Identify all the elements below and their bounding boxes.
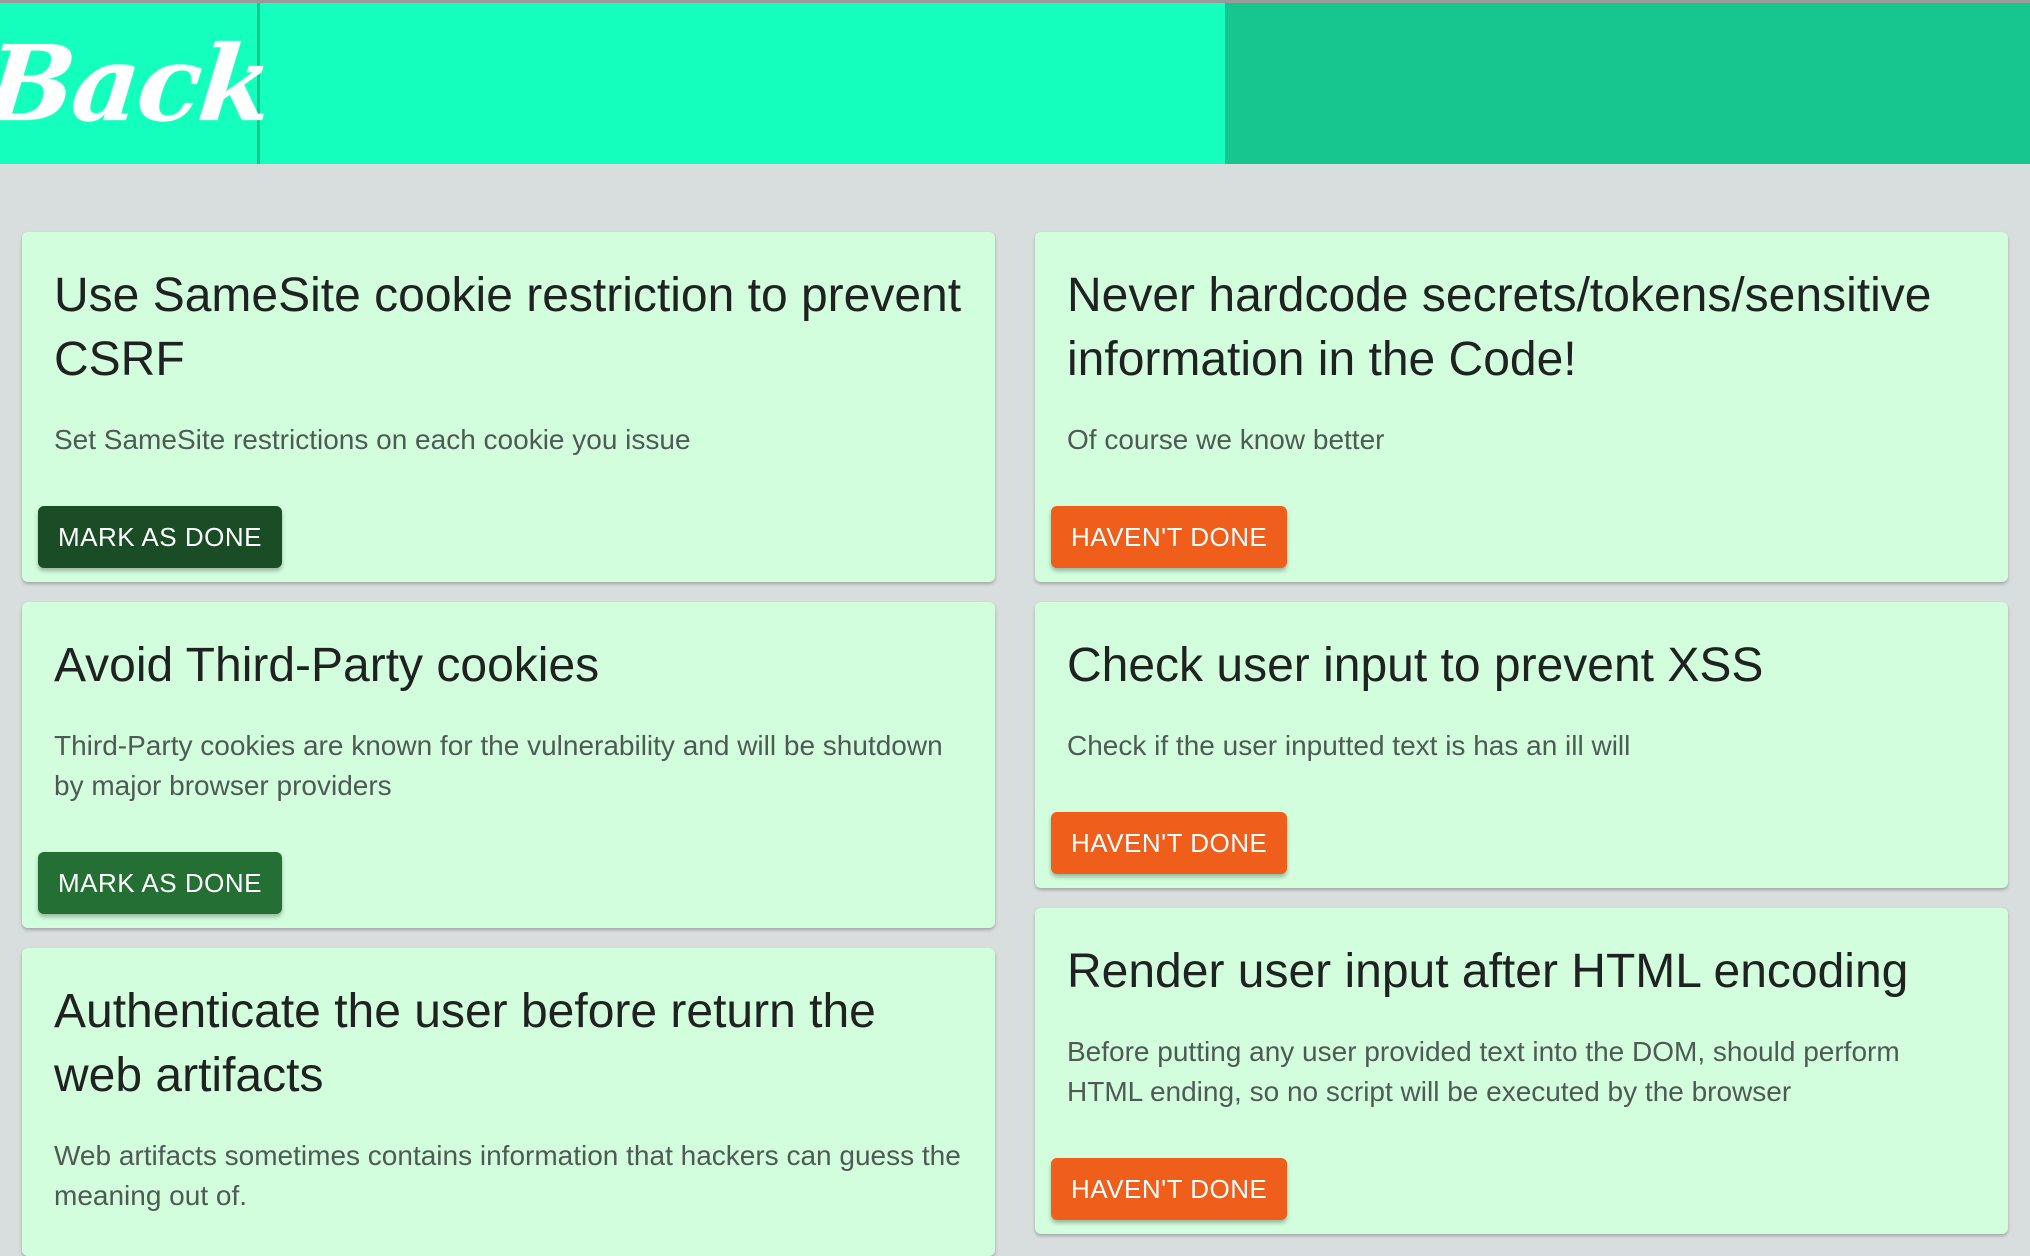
top-bar-left: Back [0, 3, 1225, 164]
card-title: Authenticate the user before return the … [54, 985, 876, 1102]
havent-done-button[interactable]: HAVEN'T DONE [1051, 812, 1288, 874]
card-title: Avoid Third-Party cookies [54, 639, 600, 692]
back-label: Back [0, 22, 277, 145]
havent-done-button[interactable]: HAVEN'T DONE [1051, 1158, 1288, 1220]
checklist-card: Use SameSite cookie restriction to preve… [22, 232, 995, 582]
card-actions: HAVEN'T DONE [1051, 506, 1976, 568]
checklist-grid: Use SameSite cookie restriction to preve… [22, 232, 2009, 1256]
right-column: Never hardcode secrets/tokens/sensitive … [1035, 232, 2008, 1256]
card-description: Before putting any user provided text in… [1067, 1036, 1900, 1107]
card-title: Use SameSite cookie restriction to preve… [54, 269, 962, 386]
left-column: Use SameSite cookie restriction to preve… [22, 232, 995, 1256]
checklist-card: Check user input to prevent XSS Check if… [1035, 602, 2008, 888]
havent-done-button[interactable]: HAVEN'T DONE [1051, 506, 1288, 568]
card-description: Web artifacts sometimes contains informa… [54, 1140, 961, 1211]
card-actions: HAVEN'T DONE [1051, 1158, 1976, 1220]
mark-as-done-button[interactable]: MARK AS DONE [38, 852, 282, 914]
checklist-card: Render user input after HTML encoding Be… [1035, 908, 2008, 1234]
card-description: Check if the user inputted text is has a… [1067, 730, 1631, 761]
checklist-card: Authenticate the user before return the … [22, 948, 995, 1256]
card-title: Never hardcode secrets/tokens/sensitive … [1067, 269, 1932, 386]
checklist-card: Never hardcode secrets/tokens/sensitive … [1035, 232, 2008, 582]
card-actions: MARK AS DONE [38, 506, 963, 568]
top-bar: Back [0, 0, 2030, 164]
back-button[interactable]: Back [0, 3, 276, 164]
card-description: Set SameSite restrictions on each cookie… [54, 424, 691, 455]
card-description: Of course we know better [1067, 424, 1385, 455]
card-title: Check user input to prevent XSS [1067, 639, 1764, 692]
card-description: Third-Party cookies are known for the vu… [54, 730, 943, 801]
card-actions: MARK AS DONE [38, 852, 963, 914]
checklist-card: Avoid Third-Party cookies Third-Party co… [22, 602, 995, 928]
top-bar-right [1225, 3, 2030, 164]
card-title: Render user input after HTML encoding [1067, 945, 1909, 998]
card-actions: HAVEN'T DONE [1051, 812, 1976, 874]
mark-as-done-button[interactable]: MARK AS DONE [38, 506, 282, 568]
